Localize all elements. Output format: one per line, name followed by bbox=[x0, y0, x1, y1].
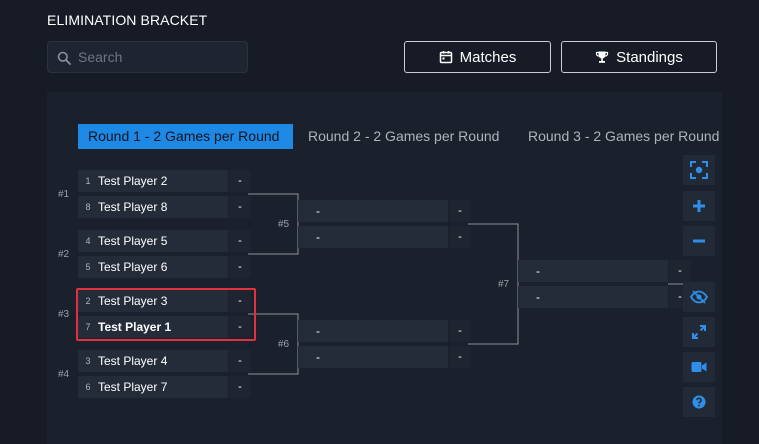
player-name: Test Player 8 bbox=[98, 200, 168, 214]
match-label: #2 bbox=[58, 249, 70, 260]
score-cell: - bbox=[449, 226, 471, 248]
fit-view-icon bbox=[690, 161, 708, 179]
match-label: #5 bbox=[278, 219, 290, 230]
zoom-in-button[interactable] bbox=[683, 191, 715, 221]
video-button[interactable] bbox=[683, 352, 715, 382]
score-cell: - bbox=[229, 256, 251, 278]
player-slot[interactable]: - bbox=[298, 200, 448, 222]
match-label: #7 bbox=[498, 279, 510, 290]
player-name: Test Player 4 bbox=[98, 354, 168, 368]
player-slot[interactable]: 4 Test Player 5 bbox=[78, 230, 228, 252]
match-label: #1 bbox=[58, 189, 70, 200]
score-cell: - bbox=[449, 346, 471, 368]
player-slot[interactable]: - bbox=[298, 346, 448, 368]
zoom-out-button[interactable] bbox=[683, 226, 715, 256]
player-slot[interactable]: - bbox=[518, 286, 668, 308]
player-name: - bbox=[536, 264, 540, 278]
player-slot[interactable]: - bbox=[298, 320, 448, 342]
player-name: Test Player 2 bbox=[98, 174, 168, 188]
score-cell: - bbox=[229, 170, 251, 192]
player-slot[interactable]: 5 Test Player 6 bbox=[78, 256, 228, 278]
match-label: #4 bbox=[58, 369, 70, 380]
player-name: Test Player 7 bbox=[98, 380, 168, 394]
score-cell: - bbox=[229, 376, 251, 398]
video-icon bbox=[691, 362, 707, 372]
expand-icon bbox=[692, 325, 706, 339]
score-cell: - bbox=[229, 196, 251, 218]
player-name: Test Player 5 bbox=[98, 234, 168, 248]
score-cell: - bbox=[449, 320, 471, 342]
player-slot[interactable]: 6 Test Player 7 bbox=[78, 376, 228, 398]
player-name: - bbox=[316, 230, 320, 244]
player-slot[interactable]: - bbox=[298, 226, 448, 248]
hide-icon bbox=[690, 290, 708, 304]
player-slot[interactable]: 3 Test Player 4 bbox=[78, 350, 228, 372]
match-label: #6 bbox=[278, 339, 290, 350]
score-cell: - bbox=[229, 230, 251, 252]
help-button[interactable] bbox=[683, 387, 715, 417]
player-name: Test Player 6 bbox=[98, 260, 168, 274]
player-name: - bbox=[316, 350, 320, 364]
player-slot[interactable]: - bbox=[518, 260, 668, 282]
score-cell: - bbox=[669, 260, 691, 282]
seed-number: 5 bbox=[85, 262, 91, 272]
expand-button[interactable] bbox=[683, 317, 715, 347]
hide-button[interactable] bbox=[683, 282, 715, 312]
score-cell: - bbox=[229, 350, 251, 372]
seed-number: 8 bbox=[85, 202, 91, 212]
player-name: - bbox=[536, 290, 540, 304]
match-label: #3 bbox=[58, 309, 70, 320]
selected-match-highlight bbox=[76, 288, 256, 341]
player-name: - bbox=[316, 324, 320, 338]
player-name: - bbox=[316, 204, 320, 218]
player-slot[interactable]: 1 Test Player 2 bbox=[78, 170, 228, 192]
help-icon bbox=[692, 395, 706, 409]
seed-number: 3 bbox=[85, 356, 91, 366]
player-slot[interactable]: 8 Test Player 8 bbox=[78, 196, 228, 218]
seed-number: 4 bbox=[85, 236, 91, 246]
zoom-in-icon bbox=[693, 200, 705, 212]
fit-view-button[interactable] bbox=[683, 155, 715, 185]
score-cell: - bbox=[449, 200, 471, 222]
seed-number: 6 bbox=[85, 382, 91, 392]
seed-number: 1 bbox=[85, 176, 91, 186]
zoom-out-icon bbox=[693, 239, 705, 243]
